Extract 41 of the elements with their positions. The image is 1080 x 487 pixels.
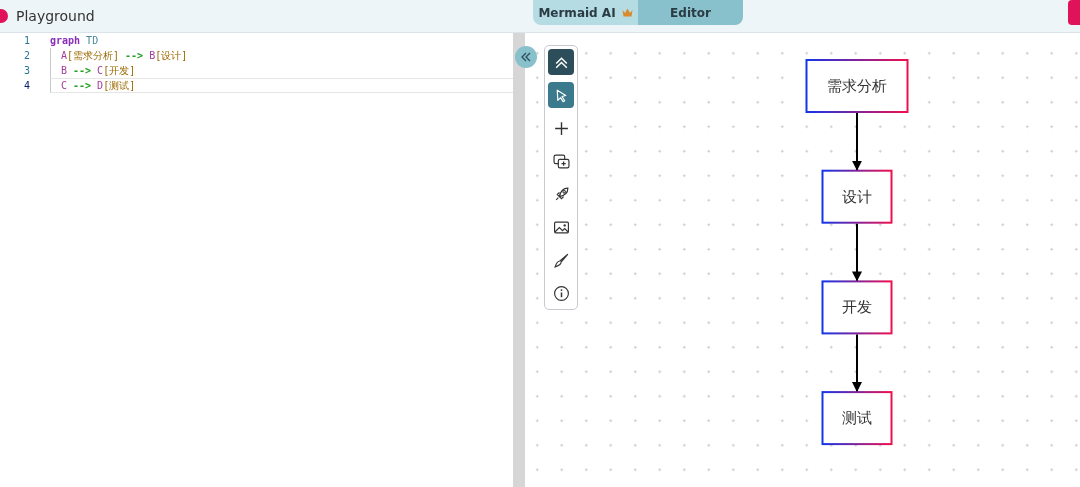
info-icon: [552, 284, 570, 302]
mode-tab[interactable]: Mermaid AI: [533, 0, 638, 25]
flowchart-node: [821, 169, 893, 224]
code-node-id: B: [61, 64, 68, 78]
code-node-id: B: [149, 49, 156, 63]
line-number: 4: [22, 79, 30, 93]
code-node-id: C: [97, 64, 104, 78]
code-node-id: A: [61, 49, 68, 63]
connector-arrow: [852, 222, 862, 282]
code-arrow: -->: [73, 64, 92, 78]
node-label: 需求分析: [827, 77, 887, 95]
plus-icon: [552, 119, 570, 137]
double-chevron-left-icon: [520, 51, 532, 63]
code-node-id: C: [61, 79, 68, 93]
flowchart-node: [821, 280, 893, 335]
line-number: 1: [22, 34, 30, 48]
mode-tab[interactable]: Editor: [638, 0, 743, 25]
code-arrow: -->: [73, 79, 92, 93]
logo-icon: [0, 9, 8, 23]
app-title: Playground: [16, 6, 95, 26]
code-arrow: -->: [125, 49, 144, 63]
connector-arrow: [852, 112, 862, 171]
code-keyword: graph: [50, 34, 81, 48]
splitter-handle[interactable]: [513, 33, 525, 487]
node-label: 测试: [842, 409, 872, 428]
code-label: [需求分析]: [67, 49, 120, 63]
code-label: [测试]: [103, 79, 136, 93]
line-number: 2: [22, 49, 30, 63]
toolbar-button[interactable]: [548, 49, 574, 75]
connector-arrow: [852, 333, 862, 393]
node-label: 开发: [842, 298, 872, 317]
code-label: [开发]: [103, 64, 136, 78]
add-layer-icon: [552, 152, 570, 170]
code-label: [设计]: [155, 49, 188, 63]
code-keyword: TD: [86, 34, 99, 48]
node-label: 设计: [842, 187, 872, 206]
flowchart-node: [821, 391, 893, 446]
paintbrush-icon: [552, 251, 570, 269]
code-node-id: D: [97, 79, 104, 93]
line-number: 3: [22, 64, 30, 78]
collapse-panel-button[interactable]: [515, 46, 537, 68]
